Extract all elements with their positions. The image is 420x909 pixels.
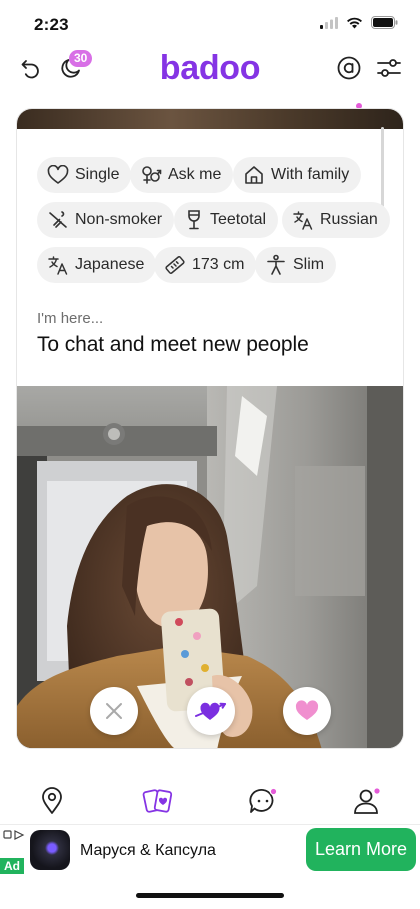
- coin-icon[interactable]: [334, 53, 364, 83]
- chip-label: Ask me: [168, 166, 222, 183]
- body-icon: [267, 254, 285, 275]
- nav-location[interactable]: [35, 784, 69, 818]
- chip-label: Japanese: [75, 256, 145, 273]
- ruler-icon: [165, 256, 185, 274]
- chip-height: 173 cm: [154, 247, 257, 283]
- chip-label: Slim: [293, 256, 325, 273]
- battery-icon: [371, 16, 398, 29]
- no-smoking-icon: [49, 211, 67, 228]
- chip-language-japanese: Japanese: [37, 247, 157, 283]
- chat-icon: [249, 787, 278, 813]
- filters-icon[interactable]: [374, 53, 404, 83]
- heart-arrow-icon: [195, 702, 226, 720]
- cellular-signal-icon: [320, 16, 338, 29]
- home-indicator: [136, 893, 284, 898]
- location-icon: [42, 787, 62, 814]
- gender-icon: [142, 166, 162, 184]
- heart-icon: [295, 700, 319, 720]
- translate-icon: [48, 256, 68, 275]
- dating-purpose: To chat and meet new people: [37, 333, 309, 356]
- chip-smoking: Non-smoker: [37, 202, 175, 238]
- ad-label: Ad: [0, 858, 24, 874]
- scroll-indicator[interactable]: [381, 127, 384, 207]
- undo-icon[interactable]: [16, 53, 46, 83]
- crush-button[interactable]: [187, 687, 235, 735]
- chip-label: Teetotal: [210, 211, 267, 228]
- nav-chats[interactable]: [246, 784, 280, 818]
- close-icon: [106, 703, 122, 719]
- like-button[interactable]: [283, 687, 331, 735]
- chip-relationship: Single: [37, 157, 132, 193]
- chip-label: Single: [75, 166, 120, 183]
- ad-banner[interactable]: Ad Маруся & Капсула Learn More: [0, 824, 420, 876]
- chip-living: With family: [233, 157, 362, 193]
- chip-language-russian: Russian: [282, 202, 390, 238]
- wine-glass-icon: [188, 210, 200, 230]
- chip-drinking: Teetotal: [174, 202, 279, 238]
- home-icon: [245, 166, 263, 184]
- chip-label: Russian: [320, 211, 378, 228]
- profile-card[interactable]: Single Ask me With family Non-smoker Tee…: [16, 108, 404, 749]
- nav-profile[interactable]: [350, 784, 384, 818]
- status-icons: [320, 16, 398, 29]
- nav-encounters[interactable]: [141, 784, 175, 818]
- ad-title[interactable]: Маруся & Капсула: [80, 842, 216, 860]
- bottom-navigation: [0, 778, 420, 824]
- profile-icon: [354, 787, 381, 814]
- chip-label: 173 cm: [192, 256, 245, 273]
- app-logo: badoo: [159, 49, 261, 87]
- previous-photo-strip: [17, 109, 403, 129]
- learn-more-button[interactable]: Learn More: [306, 828, 416, 871]
- status-time: 2:23: [34, 15, 69, 34]
- ad-app-icon[interactable]: [30, 830, 70, 870]
- pass-button[interactable]: [90, 687, 138, 735]
- wifi-icon: [347, 17, 362, 28]
- cards-icon: [142, 789, 173, 813]
- ad-choices-icon[interactable]: [3, 830, 25, 840]
- chip-body-type: Slim: [255, 247, 337, 283]
- app-header: 30 badoo: [0, 48, 420, 109]
- heart-outline-icon: [47, 165, 69, 184]
- chip-label: With family: [271, 166, 350, 183]
- status-bar: 2:23: [0, 0, 420, 48]
- notification-badge: 30: [69, 50, 93, 67]
- im-here-label: I'm here...: [37, 310, 104, 327]
- translate-icon: [293, 211, 313, 230]
- chip-label: Non-smoker: [75, 211, 163, 228]
- chip-sexuality: Ask me: [130, 157, 234, 193]
